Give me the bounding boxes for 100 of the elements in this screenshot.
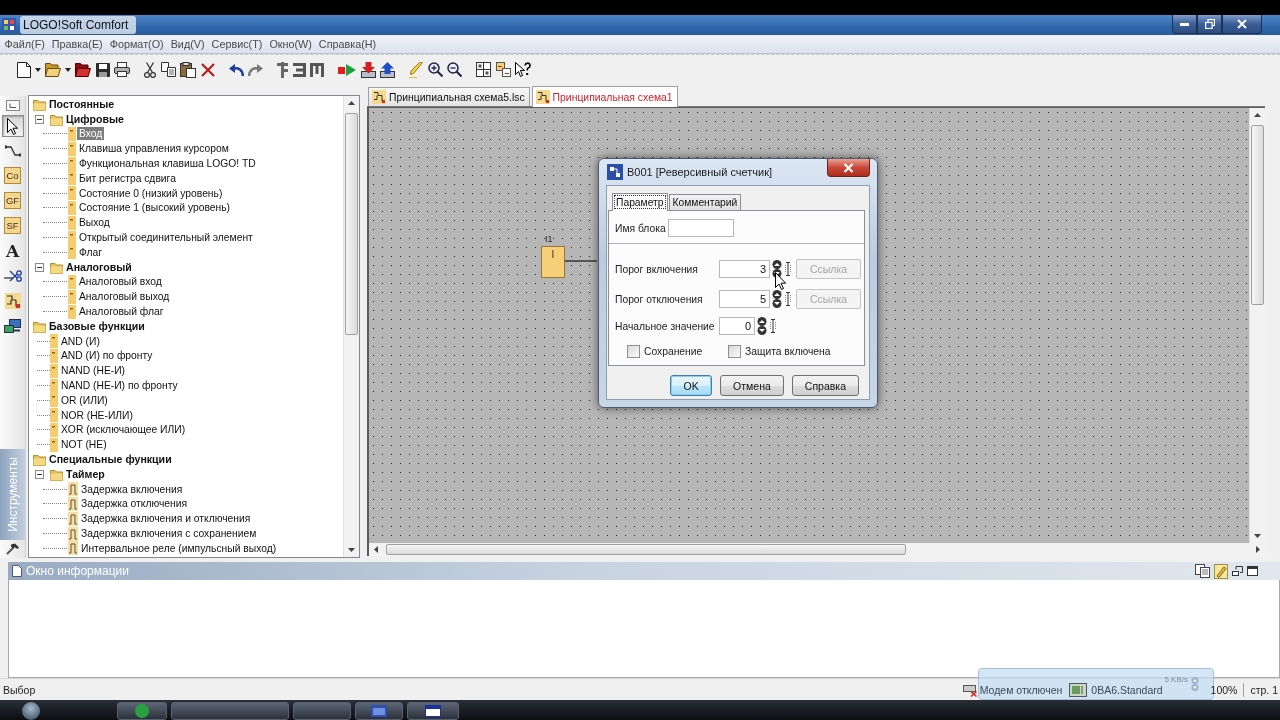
restore-icon[interactable]	[1232, 566, 1243, 576]
menu-item[interactable]: Окно(W)	[265, 35, 316, 53]
menu-item[interactable]: Вид(V)	[167, 35, 209, 53]
align-right-icon[interactable]	[292, 62, 306, 77]
tree-item[interactable]: Задержка включения	[79, 482, 185, 496]
align-center-icon[interactable]	[277, 61, 288, 78]
tool-button[interactable]: A	[1, 240, 24, 262]
copy-icon[interactable]	[160, 62, 176, 77]
tool-button[interactable]: GF	[4, 192, 21, 209]
scroll-right-arrow-icon[interactable]	[1256, 546, 1260, 553]
copy-icon[interactable]	[1195, 564, 1210, 578]
number-field[interactable]: 5	[719, 290, 770, 308]
tree-item[interactable]: Цифровые	[64, 112, 126, 126]
tree-item[interactable]: Состояние 0 (низкий уровень)	[77, 186, 225, 200]
menu-item[interactable]: Файл(F)	[1, 35, 49, 53]
tree-item[interactable]: Бит регистра сдвига	[77, 171, 178, 185]
tree-item[interactable]: NAND (НЕ-И) по фронту	[59, 379, 180, 393]
number-field[interactable]: 3	[719, 260, 770, 278]
pencil-icon[interactable]	[409, 61, 423, 78]
minus-box-icon[interactable]	[35, 262, 44, 272]
dialog-button[interactable]: Справка	[791, 375, 859, 396]
close-button[interactable]	[1222, 15, 1262, 34]
new-file-icon[interactable]	[17, 61, 31, 78]
tree-item[interactable]: NOT (НЕ)	[59, 438, 109, 452]
tree-item[interactable]: NOR (НЕ-ИЛИ)	[59, 408, 135, 422]
tree-item[interactable]: Таймер	[64, 467, 107, 481]
download-icon[interactable]	[360, 61, 376, 78]
eraser-icon[interactable]	[1214, 563, 1228, 579]
document-tab[interactable]: Принципиальная схема5.lsc	[368, 87, 530, 106]
tab[interactable]: Комментарий	[668, 194, 742, 210]
open-folder-icon[interactable]	[45, 62, 61, 77]
hammer-icon[interactable]	[5, 543, 20, 555]
scroll-left-arrow-icon[interactable]	[374, 546, 378, 553]
text-field[interactable]	[668, 219, 734, 237]
clipboard-icon[interactable]	[180, 61, 196, 78]
menu-item[interactable]: Формат(O)	[106, 35, 168, 53]
tree-item[interactable]: Постоянные	[47, 97, 117, 111]
tool-button[interactable]: SF	[4, 217, 21, 234]
help-cursor-icon[interactable]	[515, 61, 531, 78]
restore-button[interactable]	[1197, 15, 1222, 34]
vertical-scrollbar[interactable]	[343, 96, 359, 557]
align-top-icon[interactable]	[310, 62, 324, 77]
scrollbar-thumb[interactable]	[386, 544, 906, 555]
close-button[interactable]	[827, 159, 870, 177]
tree-item[interactable]: Функциональная клавиша LOGO! TD	[77, 157, 258, 171]
tree-item[interactable]: Вход	[77, 127, 105, 141]
menu-item[interactable]: Правка(E)	[48, 35, 107, 53]
folder-icon[interactable]	[75, 62, 91, 77]
scroll-down-arrow-icon[interactable]	[1254, 534, 1261, 538]
tree-item[interactable]: Флаг	[77, 245, 104, 259]
tree-item[interactable]: XOR (исключающее ИЛИ)	[59, 423, 188, 437]
scroll-up-arrow-icon[interactable]	[348, 101, 355, 105]
undo-arrow-icon[interactable]	[228, 63, 244, 76]
zoom-in-icon[interactable]	[427, 62, 443, 77]
printer-icon[interactable]	[114, 62, 130, 77]
tree-item[interactable]: Интервальное реле (импульсный выход)	[79, 541, 279, 555]
tool-button[interactable]: Co	[4, 167, 21, 184]
upload-icon[interactable]	[380, 61, 395, 78]
minimize-button[interactable]	[1172, 15, 1197, 34]
tree-item[interactable]: Состояние 1 (высокий уровень)	[77, 201, 233, 215]
simulation-icon[interactable]	[338, 63, 356, 76]
function-block[interactable]: I	[541, 246, 565, 278]
scroll-down-arrow-icon[interactable]	[348, 548, 355, 552]
number-field[interactable]: 0	[719, 317, 755, 335]
menu-item[interactable]: Сервис(T)	[208, 35, 266, 53]
tree-item[interactable]: Аналоговый выход	[77, 290, 172, 304]
tree-item[interactable]: Клавиша управления курсором	[77, 142, 231, 156]
grid-icon[interactable]	[476, 62, 491, 77]
tree-item[interactable]: Аналоговый	[64, 260, 134, 274]
zoom-out-icon[interactable]	[447, 62, 462, 77]
tree-item[interactable]: OR (ИЛИ)	[59, 393, 110, 407]
delete-cross-icon[interactable]	[200, 62, 215, 77]
document-tab[interactable]: Принципиальная схема1	[531, 86, 678, 107]
dropdown-arrow-icon[interactable]	[34, 67, 41, 72]
minus-box-icon[interactable]	[35, 114, 44, 124]
dropdown-arrow-icon[interactable]	[64, 67, 71, 72]
spinner-arrows-icon[interactable]	[756, 317, 768, 335]
minus-box-icon[interactable]	[35, 469, 44, 479]
tree-item[interactable]: Базовые функции	[47, 319, 147, 333]
tree-item[interactable]: Аналоговый флаг	[77, 305, 166, 319]
tree-item[interactable]: AND (И)	[59, 334, 102, 348]
tree-item[interactable]: Задержка отключения	[79, 497, 190, 511]
checkbox[interactable]	[728, 345, 741, 358]
tree-item[interactable]: NAND (НЕ-И)	[59, 364, 128, 378]
tree-item[interactable]: Выход	[77, 216, 112, 230]
redo-arrow-icon[interactable]	[248, 63, 263, 76]
spinner-arrows-icon[interactable]	[771, 290, 783, 308]
tool-button[interactable]	[1, 115, 24, 137]
tree-item[interactable]: AND (И) по фронту	[59, 349, 155, 363]
scrollbar-thumb[interactable]	[345, 113, 358, 335]
scroll-up-arrow-icon[interactable]	[1254, 113, 1261, 117]
menu-item[interactable]: Справка(H)	[315, 35, 380, 53]
scissors-icon[interactable]	[144, 61, 156, 78]
taskbar-button[interactable]	[407, 702, 459, 720]
maximize-icon[interactable]	[1247, 566, 1258, 576]
tab[interactable]: Параметр	[612, 193, 668, 211]
block-layout-icon[interactable]	[495, 62, 511, 77]
tree-item[interactable]: Задержка включения с сохранением	[79, 527, 259, 540]
dialog-button[interactable]: Отмена	[720, 375, 784, 396]
tree-item[interactable]: Специальные функции	[47, 453, 174, 466]
